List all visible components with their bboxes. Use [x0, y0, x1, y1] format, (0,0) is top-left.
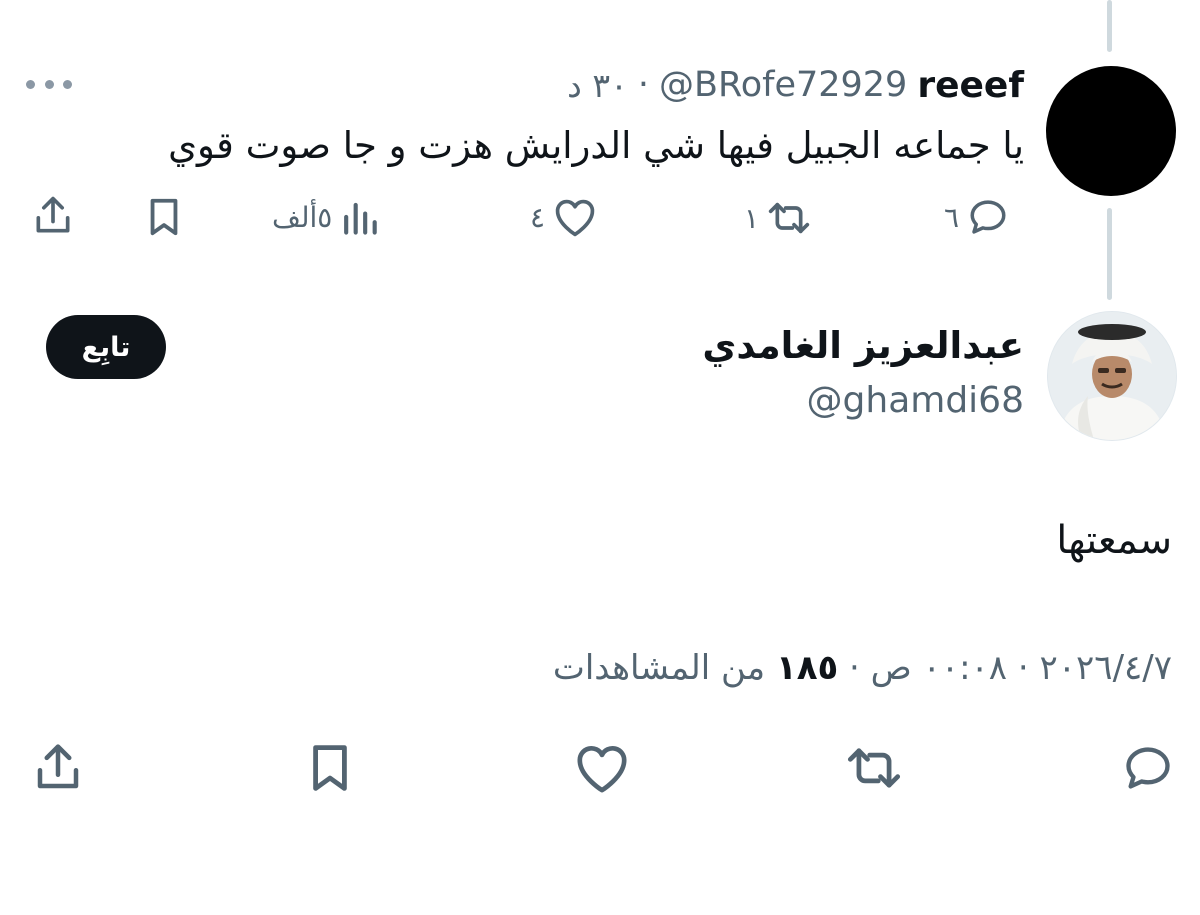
reply-count: ٦ [944, 200, 960, 234]
views-count: ٥ألف [272, 200, 333, 234]
views-icon [344, 202, 378, 235]
separator-dot: · [1017, 648, 1029, 688]
share-button[interactable] [32, 194, 74, 238]
reply-button[interactable] [1120, 740, 1176, 796]
thread-line-top [1107, 0, 1112, 52]
tweet-thread: reeef @BRofe72929 · ٣٠ د يا جماعه الجبيل… [0, 0, 1200, 915]
separator-dot: · [849, 648, 860, 688]
repost-button[interactable] [846, 740, 902, 796]
tweet-meta: ٢٠٢٦/٤/٧ · ٠٠:٠٨ ص · ١٨٥ من المشاهدات [553, 648, 1172, 688]
tweet-date[interactable]: ٢٠٢٦/٤/٧ [1040, 648, 1172, 688]
parent-display-name[interactable]: reeef [917, 65, 1024, 106]
heart-icon [577, 746, 627, 793]
reply-icon [1126, 747, 1170, 789]
views-label: من المشاهدات [552, 648, 766, 688]
tweet-time[interactable]: ٠٠:٠٨ ص [871, 648, 1007, 688]
follow-button[interactable]: تابِع [46, 315, 166, 379]
parent-tweet-text: يا جماعه الجبيل فيها شي الدرايش هزت و جا… [168, 124, 1024, 167]
avatar-photo [1048, 312, 1176, 440]
reply-avatar[interactable] [1047, 311, 1177, 441]
reply-handle[interactable]: @ghamdi68 [807, 380, 1024, 421]
views-button[interactable]: ٥ألف [272, 198, 380, 236]
repost-icon [847, 748, 901, 788]
bookmark-icon [313, 745, 347, 791]
repost-icon [768, 202, 810, 234]
like-button[interactable] [574, 740, 630, 796]
reply-tweet-text: سمعتها [1056, 518, 1172, 563]
like-button[interactable]: ٤ [530, 196, 597, 238]
bookmark-button[interactable] [302, 740, 358, 796]
like-count: ٤ [530, 200, 546, 234]
views-total: ١٨٥ [775, 648, 839, 688]
share-icon [36, 196, 70, 233]
parent-handle[interactable]: @BRofe72929 [659, 65, 907, 105]
separator-dot: · [637, 65, 649, 105]
parent-header: reeef @BRofe72929 · ٣٠ د [567, 62, 1024, 108]
more-icon[interactable] [26, 72, 72, 96]
bookmark-button[interactable] [144, 196, 184, 238]
bookmark-icon [150, 198, 178, 236]
parent-avatar[interactable] [1046, 66, 1176, 196]
reply-display-name[interactable]: عبدالعزيز الغامدي [702, 324, 1024, 367]
reply-icon [970, 200, 1006, 234]
repost-count: ١ [744, 201, 760, 235]
share-icon [37, 744, 79, 789]
share-button[interactable] [30, 740, 86, 796]
thread-line [1107, 208, 1112, 300]
repost-button[interactable]: ١ [744, 198, 811, 238]
reply-button[interactable]: ٦ [944, 196, 1009, 238]
parent-timestamp[interactable]: ٣٠ د [567, 66, 628, 105]
heart-icon [555, 199, 595, 237]
